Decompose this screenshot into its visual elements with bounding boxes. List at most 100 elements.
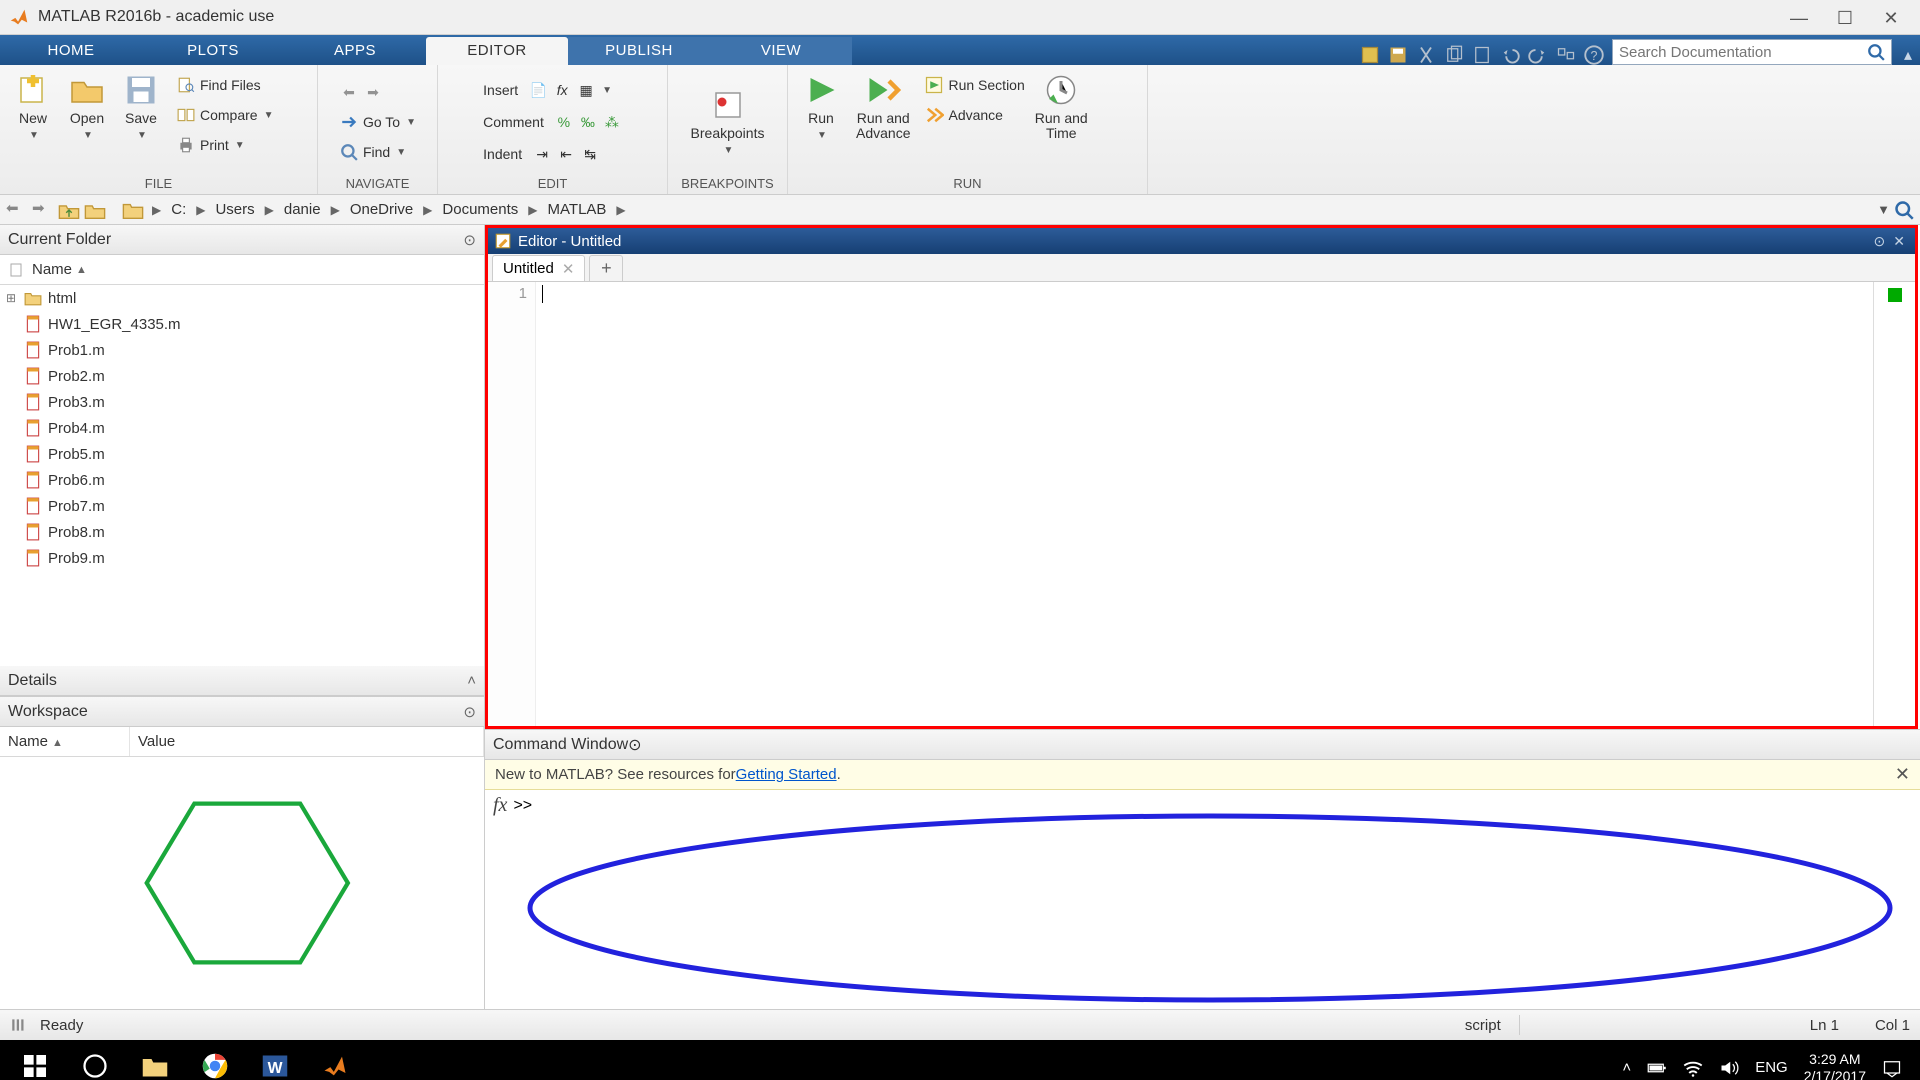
cortana-button[interactable] — [66, 1040, 124, 1080]
search-documentation[interactable] — [1612, 39, 1892, 65]
new-tab-button[interactable]: + — [589, 255, 623, 281]
start-button[interactable] — [6, 1040, 64, 1080]
find-files-button[interactable]: Find Files — [176, 71, 274, 99]
tray-expand-icon[interactable]: ˄ — [1622, 1059, 1631, 1076]
details-header[interactable]: Details˄ — [0, 666, 484, 696]
new-button[interactable]: New▼ — [8, 69, 58, 144]
notifications-icon[interactable] — [1882, 1058, 1902, 1078]
folder-refresh-icon[interactable] — [84, 199, 106, 221]
tab-apps[interactable]: APPS — [284, 37, 426, 65]
list-item[interactable]: Prob9.m — [0, 545, 484, 571]
panel-menu-icon[interactable]: ⊙ — [628, 735, 641, 755]
list-item[interactable]: Prob3.m — [0, 389, 484, 415]
crumb[interactable]: MATLAB — [546, 201, 609, 218]
open-button[interactable]: Open▼ — [62, 69, 112, 144]
editor-header[interactable]: Editor - Untitled ⊙ ✕ — [488, 228, 1915, 254]
minimize-button[interactable]: — — [1790, 8, 1808, 26]
list-item[interactable]: Prob2.m — [0, 363, 484, 389]
qat-icon[interactable] — [1360, 45, 1380, 65]
minimize-ribbon-icon[interactable]: ▴ — [1896, 45, 1920, 65]
ws-name-col[interactable]: Name▲ — [0, 727, 130, 756]
help-icon[interactable]: ? — [1584, 45, 1604, 65]
battery-icon[interactable] — [1647, 1058, 1667, 1078]
folder-up-icon[interactable] — [58, 199, 80, 221]
panel-menu-icon[interactable]: ⊙ — [463, 231, 476, 249]
cmd-body[interactable]: fx>> — [485, 790, 1920, 1009]
tab-view[interactable]: VIEW — [710, 37, 852, 65]
chrome-button[interactable] — [186, 1040, 244, 1080]
list-item[interactable]: Prob4.m — [0, 415, 484, 441]
file-name: html — [48, 290, 76, 307]
crumb[interactable]: C: — [169, 201, 188, 218]
redo-icon[interactable] — [1528, 45, 1548, 65]
word-button[interactable]: W — [246, 1040, 304, 1080]
insert-row[interactable]: Insert📄fx▦ ▼ — [483, 76, 622, 104]
getting-started-link[interactable]: Getting Started — [736, 766, 837, 783]
tab-plots[interactable]: PLOTS — [142, 37, 284, 65]
mfile-icon — [24, 341, 42, 359]
cmd-header: Command Window⊙ — [485, 730, 1920, 760]
advance-button[interactable]: Advance — [924, 101, 1024, 129]
list-item[interactable]: ⊞html — [0, 285, 484, 311]
list-item[interactable]: Prob8.m — [0, 519, 484, 545]
run-section-button[interactable]: Run Section — [924, 71, 1024, 99]
wifi-icon[interactable] — [1683, 1058, 1703, 1078]
list-item[interactable]: Prob7.m — [0, 493, 484, 519]
crumb[interactable]: danie — [282, 201, 323, 218]
mfile-icon — [24, 549, 42, 567]
maximize-button[interactable]: ☐ — [1836, 8, 1854, 26]
tab-publish[interactable]: PUBLISH — [568, 37, 710, 65]
panel-menu-icon[interactable]: ⊙ — [463, 703, 476, 721]
editor-dock-icon[interactable]: ⊙ — [1870, 233, 1890, 250]
tab-close-icon[interactable]: ✕ — [562, 260, 575, 278]
crumb[interactable]: OneDrive — [348, 201, 415, 218]
editor-area[interactable]: 1 — [488, 282, 1915, 726]
windows-icon[interactable] — [1556, 45, 1576, 65]
nav-back-forward[interactable]: ⬅➡ — [339, 78, 416, 106]
banner-close-icon[interactable]: ✕ — [1895, 764, 1910, 785]
nav-fwd-icon[interactable]: ➡ — [32, 199, 54, 221]
run-advance-button[interactable]: Run and Advance — [850, 69, 916, 144]
list-item[interactable]: Prob5.m — [0, 441, 484, 467]
paste-icon[interactable] — [1472, 45, 1492, 65]
breakpoints-button[interactable]: Breakpoints▼ — [685, 84, 771, 159]
crumb[interactable]: Users — [213, 201, 256, 218]
cut-icon[interactable] — [1416, 45, 1436, 65]
goto-button[interactable]: Go To ▼ — [339, 108, 416, 136]
print-button[interactable]: Print ▼ — [176, 131, 274, 159]
search-icon[interactable] — [1867, 43, 1885, 61]
volume-icon[interactable] — [1719, 1058, 1739, 1078]
find-button[interactable]: Find ▼ — [339, 138, 416, 166]
ws-value-col[interactable]: Value — [130, 727, 484, 756]
list-item[interactable]: Prob1.m — [0, 337, 484, 363]
close-button[interactable]: ✕ — [1882, 8, 1900, 26]
run-button[interactable]: Run▼ — [796, 69, 846, 144]
run-time-button[interactable]: Run and Time — [1029, 69, 1094, 144]
file-name-header[interactable]: Name▲ — [0, 255, 484, 285]
tray-clock[interactable]: 3:29 AM2/17/2017 — [1804, 1051, 1866, 1080]
crumb-sep[interactable]: ▶ — [148, 203, 165, 217]
save-button[interactable]: Save▼ — [116, 69, 166, 144]
explorer-button[interactable] — [126, 1040, 184, 1080]
editor-tab[interactable]: Untitled✕ — [492, 255, 585, 281]
tab-editor[interactable]: EDITOR — [426, 37, 568, 65]
addr-dropdown[interactable]: ▼ — [1877, 202, 1890, 217]
save-icon[interactable] — [1388, 45, 1408, 65]
comment-row[interactable]: Comment%‰⁂ — [483, 108, 622, 136]
fx-icon[interactable]: fx — [493, 794, 507, 817]
list-item[interactable]: Prob6.m — [0, 467, 484, 493]
crumb[interactable]: Documents — [440, 201, 520, 218]
nav-back-icon[interactable]: ⬅ — [6, 199, 28, 221]
tray-lang[interactable]: ENG — [1755, 1059, 1788, 1076]
tab-home[interactable]: HOME — [0, 37, 142, 65]
addr-search-icon[interactable] — [1894, 200, 1914, 220]
indent-row[interactable]: Indent⇥⇤↹ — [483, 140, 622, 168]
code-area[interactable] — [536, 282, 1873, 726]
editor-close-icon[interactable]: ✕ — [1889, 233, 1909, 250]
undo-icon[interactable] — [1500, 45, 1520, 65]
list-item[interactable]: HW1_EGR_4335.m — [0, 311, 484, 337]
search-input[interactable] — [1619, 44, 1867, 61]
compare-button[interactable]: Compare ▼ — [176, 101, 274, 129]
copy-icon[interactable] — [1444, 45, 1464, 65]
matlab-button[interactable] — [306, 1040, 364, 1080]
